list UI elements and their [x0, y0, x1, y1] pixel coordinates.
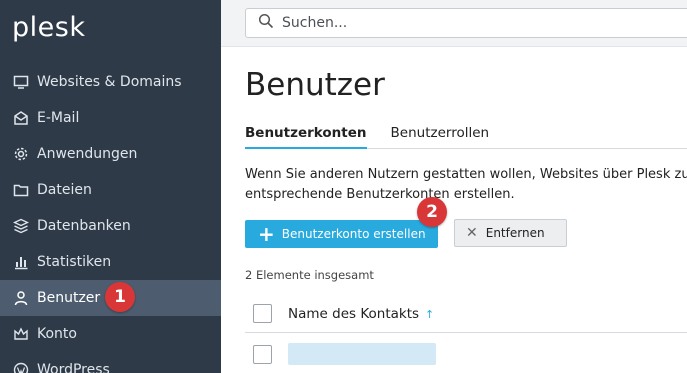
description-line: Wenn Sie anderen Nutzern gestatten wolle…	[245, 167, 687, 182]
column-header-contact-name[interactable]: Name des Kontakts ↑	[288, 306, 434, 322]
redacted-contact-name[interactable]	[288, 343, 436, 365]
sidebar-item-label: Anwendungen	[37, 146, 138, 162]
sort-ascending-icon: ↑	[425, 307, 435, 321]
sidebar-item-statistiken[interactable]: Statistiken	[0, 244, 221, 280]
create-user-account-button[interactable]: + Benutzerkonto erstellen	[245, 220, 438, 248]
sidebar-item-label: Websites & Domains	[37, 74, 182, 90]
sidebar-item-label: Dateien	[37, 182, 92, 198]
app-window: plesk Websites & Domains E-Mail Anwendun…	[0, 0, 687, 373]
select-all-checkbox[interactable]	[253, 304, 272, 323]
sidebar-item-wordpress[interactable]: WordPress	[0, 352, 221, 373]
item-count: 2 Elemente insgesamt	[245, 268, 374, 282]
sidebar-item-anwendungen[interactable]: Anwendungen	[0, 136, 221, 172]
database-icon	[12, 217, 30, 235]
row-checkbox[interactable]	[253, 344, 272, 364]
sidebar-item-label: E-Mail	[37, 110, 80, 126]
tab-bar: Benutzerkonten Benutzerrollen	[245, 125, 687, 149]
sidebar-item-label: Benutzer	[37, 290, 101, 306]
table-header: Name des Kontakts ↑	[245, 295, 687, 333]
sidebar-item-label: Datenbanken	[37, 218, 131, 234]
sidebar-item-dateien[interactable]: Dateien	[0, 172, 221, 208]
tab-benutzerrollen[interactable]: Benutzerrollen	[391, 125, 490, 149]
sidebar-item-datenbanken[interactable]: Datenbanken	[0, 208, 221, 244]
top-bar	[221, 0, 687, 47]
monitor-icon	[12, 73, 30, 91]
folder-icon	[12, 181, 30, 199]
search-icon	[258, 13, 282, 33]
bar-chart-icon	[12, 253, 30, 271]
page-title: Benutzer	[245, 67, 385, 103]
page-description: Wenn Sie anderen Nutzern gestatten wolle…	[245, 165, 687, 205]
wordpress-icon	[12, 361, 30, 373]
search-box[interactable]	[245, 8, 687, 38]
gear-icon	[12, 145, 30, 163]
annotation-badge-2: 2	[417, 197, 447, 227]
description-line: entsprechende Benutzerkonten erstellen.	[245, 187, 515, 202]
mail-icon	[12, 109, 30, 127]
remove-button[interactable]: ✕ Entfernen	[454, 219, 567, 247]
sidebar-item-websites-domains[interactable]: Websites & Domains	[0, 64, 221, 100]
table-row	[245, 335, 687, 373]
column-header-label: Name des Kontakts	[288, 305, 420, 322]
sidebar-item-konto[interactable]: Konto	[0, 316, 221, 352]
sidebar-nav: Websites & Domains E-Mail Anwendungen Da…	[0, 64, 221, 373]
sidebar-item-label: Statistiken	[37, 254, 112, 270]
search-input[interactable]	[282, 15, 662, 31]
remove-button-label: Entfernen	[485, 226, 545, 240]
tab-benutzerkonten[interactable]: Benutzerkonten	[245, 125, 367, 149]
user-icon	[12, 289, 30, 307]
crown-icon	[12, 325, 30, 343]
plesk-logo[interactable]: plesk	[12, 12, 85, 43]
close-icon: ✕	[466, 225, 478, 241]
create-button-label: Benutzerkonto erstellen	[281, 227, 426, 241]
sidebar-item-email[interactable]: E-Mail	[0, 100, 221, 136]
sidebar-item-label: Konto	[37, 326, 77, 342]
sidebar-item-label: WordPress	[37, 362, 110, 373]
plus-icon: +	[258, 222, 275, 246]
annotation-badge-1: 1	[105, 282, 135, 312]
sidebar: plesk Websites & Domains E-Mail Anwendun…	[0, 0, 221, 373]
